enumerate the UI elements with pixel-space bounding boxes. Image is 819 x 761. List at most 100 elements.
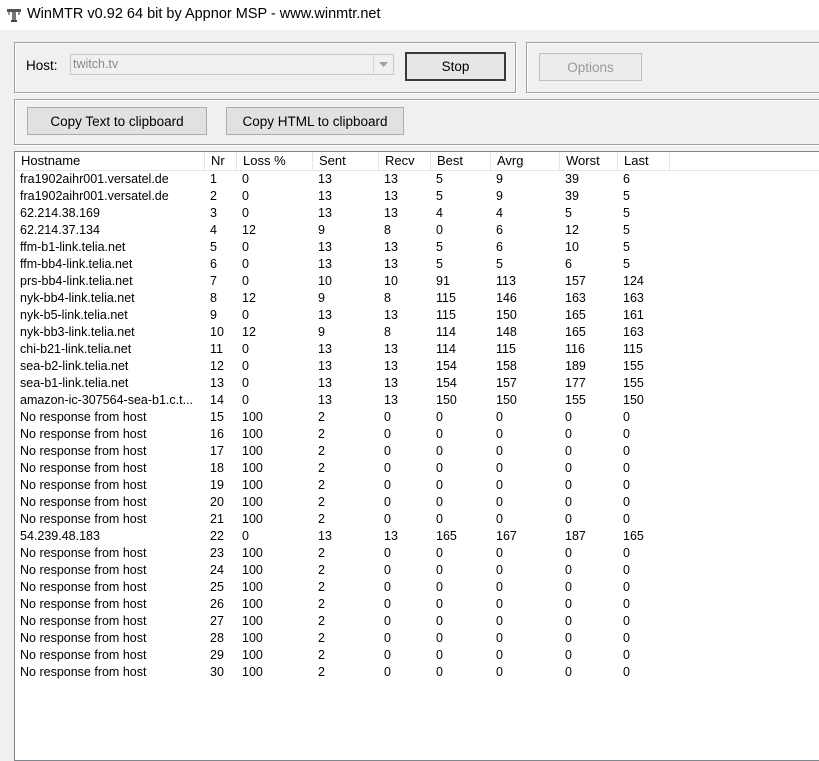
cell-recv: 0 [384,495,391,509]
cell-hostname: No response from host [20,631,147,645]
cell-worst: 189 [565,359,586,373]
table-row[interactable]: No response from host 30 100 2 0 0 0 0 0 [15,664,675,681]
cell-avrg: 0 [496,427,503,441]
cell-nr: 20 [210,495,224,509]
copy-html-button[interactable]: Copy HTML to clipboard [226,107,404,135]
cell-worst: 39 [565,189,579,203]
cell-sent: 13 [318,308,332,322]
cell-nr: 9 [210,308,217,322]
title-bar[interactable]: WinMTR v0.92 64 bit by Appnor MSP - www.… [0,0,819,30]
header-last[interactable]: Last [618,152,670,170]
cell-hostname: No response from host [20,614,147,628]
cell-worst: 0 [565,512,572,526]
header-loss[interactable]: Loss % [237,152,313,170]
cell-avrg: 113 [496,274,516,288]
cell-worst: 0 [565,648,572,662]
cell-loss: 100 [242,580,263,594]
table-row[interactable]: ffm-b1-link.telia.net 5 0 13 13 5 6 10 5 [15,239,675,256]
table-row[interactable]: No response from host 16 100 2 0 0 0 0 0 [15,426,675,443]
table-row[interactable]: No response from host 15 100 2 0 0 0 0 0 [15,409,675,426]
cell-last: 155 [623,359,644,373]
trace-results-table[interactable]: Hostname Nr Loss % Sent Recv Best Avrg Worst Las… [14,151,819,761]
cell-last: 0 [623,665,630,679]
table-row[interactable]: 54.239.48.183 22 0 13 13 165 167 187 165 [15,528,675,545]
cell-last: 0 [623,478,630,492]
cell-worst: 0 [565,495,572,509]
table-row[interactable]: No response from host 28 100 2 0 0 0 0 0 [15,630,675,647]
cell-recv: 0 [384,563,391,577]
table-row[interactable]: No response from host 20 100 2 0 0 0 0 0 [15,494,675,511]
table-row[interactable]: No response from host 21 100 2 0 0 0 0 0 [15,511,675,528]
options-button[interactable]: Options [539,53,642,81]
table-row[interactable]: sea-b1-link.telia.net 13 0 13 13 154 157 177 155 [15,375,675,392]
cell-best: 0 [436,427,443,441]
cell-hostname: nyk-bb3-link.telia.net [20,325,135,339]
cell-avrg: 150 [496,393,517,407]
copy-text-button[interactable]: Copy Text to clipboard [27,107,207,135]
header-best[interactable]: Best [431,152,491,170]
header-recv[interactable]: Recv [379,152,431,170]
host-combobox[interactable] [70,54,394,75]
table-row[interactable]: No response from host 25 100 2 0 0 0 0 0 [15,579,675,596]
cell-avrg: 0 [496,631,503,645]
cell-worst: 39 [565,172,579,186]
header-avrg[interactable]: Avrg [491,152,560,170]
cell-recv: 8 [384,325,391,339]
table-row[interactable]: nyk-bb3-link.telia.net 10 12 9 8 114 148 165 163 [15,324,675,341]
header-worst[interactable]: Worst [560,152,618,170]
chevron-down-icon[interactable] [373,55,393,74]
cell-avrg: 0 [496,478,503,492]
cell-sent: 13 [318,376,332,390]
table-row[interactable]: sea-b2-link.telia.net 12 0 13 13 154 158 189 155 [15,358,675,375]
table-row[interactable]: fra1902aihr001.versatel.de 2 0 13 13 5 9 39 5 [15,188,675,205]
table-row[interactable]: chi-b21-link.telia.net 11 0 13 13 114 115 116 11… [15,341,675,358]
table-row[interactable]: No response from host 26 100 2 0 0 0 0 0 [15,596,675,613]
table-row[interactable]: nyk-bb4-link.telia.net 8 12 9 8 115 146 163 163 [15,290,675,307]
cell-nr: 11 [210,342,223,356]
table-row[interactable]: No response from host 24 100 2 0 0 0 0 0 [15,562,675,579]
cell-loss: 0 [242,342,249,356]
table-row[interactable]: No response from host 18 100 2 0 0 0 0 0 [15,460,675,477]
cell-avrg: 167 [496,529,517,543]
table-row[interactable]: amazon-ic-307564-sea-b1.c.t... 14 0 13 13 150… [15,392,675,409]
cell-last: 0 [623,597,630,611]
table-row[interactable]: No response from host 17 100 2 0 0 0 0 0 [15,443,675,460]
table-row[interactable]: 62.214.37.134 4 12 9 8 0 6 12 5 [15,222,675,239]
table-row[interactable]: prs-bb4-link.telia.net 7 0 10 10 91 113 157 124 [15,273,675,290]
cell-best: 4 [436,206,443,220]
table-row[interactable]: 62.214.38.169 3 0 13 13 4 4 5 5 [15,205,675,222]
cell-best: 5 [436,172,443,186]
table-row[interactable]: No response from host 27 100 2 0 0 0 0 0 [15,613,675,630]
table-row[interactable]: ffm-bb4-link.telia.net 6 0 13 13 5 5 6 5 [15,256,675,273]
table-row[interactable]: No response from host 23 100 2 0 0 0 0 0 [15,545,675,562]
cell-recv: 0 [384,444,391,458]
cell-loss: 12 [242,291,256,305]
cell-avrg: 0 [496,597,503,611]
cell-loss: 100 [242,512,263,526]
cell-avrg: 6 [496,240,503,254]
cell-sent: 2 [318,512,325,526]
cell-last: 161 [623,308,644,322]
cell-hostname: No response from host [20,478,147,492]
cell-loss: 100 [242,461,263,475]
cell-avrg: 0 [496,410,503,424]
cell-nr: 22 [210,529,224,543]
header-hostname[interactable]: Hostname [15,152,205,170]
cell-nr: 12 [210,359,224,373]
cell-loss: 0 [242,376,249,390]
host-label: Host: [26,58,58,73]
cell-best: 5 [436,240,443,254]
stop-button[interactable]: Stop [405,52,506,81]
cell-avrg: 9 [496,189,503,203]
table-row[interactable]: No response from host 29 100 2 0 0 0 0 0 [15,647,675,664]
header-nr[interactable]: Nr [205,152,237,170]
header-sent[interactable]: Sent [313,152,379,170]
cell-best: 0 [436,631,443,645]
cell-worst: 177 [565,376,586,390]
table-row[interactable]: nyk-b5-link.telia.net 9 0 13 13 115 150 165 161 [15,307,675,324]
table-row[interactable]: fra1902aihr001.versatel.de 1 0 13 13 5 9 39 6 [15,171,675,188]
host-input[interactable] [73,57,363,71]
cell-worst: 165 [565,308,586,322]
table-row[interactable]: No response from host 19 100 2 0 0 0 0 0 [15,477,675,494]
cell-loss: 0 [242,529,249,543]
